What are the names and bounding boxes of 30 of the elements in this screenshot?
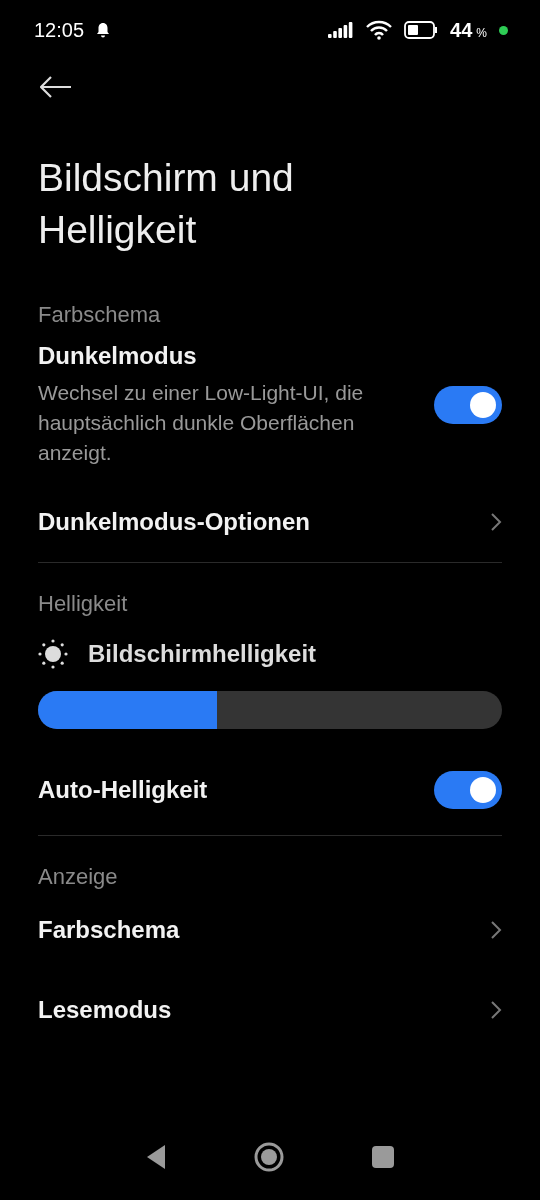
- recents-nav-icon[interactable]: [372, 1146, 394, 1168]
- battery-percent: 44: [450, 18, 473, 42]
- setting-row[interactable]: Dunkelmodus-Optionen: [38, 482, 502, 562]
- chevron-right-icon: [490, 920, 502, 940]
- setting-row[interactable]: Farbschema: [38, 890, 502, 970]
- back-nav-icon[interactable]: [146, 1144, 166, 1170]
- section-heading: Anzeige: [38, 864, 119, 890]
- toggle-switch[interactable]: [434, 386, 502, 424]
- chevron-right-icon: [490, 512, 502, 532]
- section-heading: Farbschema: [38, 302, 162, 328]
- setting-title: Dunkelmodus: [38, 342, 198, 370]
- section-heading: Helligkeit: [38, 591, 129, 617]
- status-time: 12:05: [34, 18, 85, 42]
- wifi-icon: [366, 20, 393, 40]
- chevron-right-icon: [490, 1000, 502, 1020]
- battery-icon: [404, 21, 439, 39]
- status-dot-icon: [499, 25, 508, 35]
- signal-icon: [328, 22, 355, 38]
- back-arrow-icon[interactable]: [40, 76, 72, 98]
- slider-label: Bildschirmhelligkeit: [88, 640, 317, 668]
- bell-icon: [96, 22, 111, 38]
- setting-description: Wechsel zu einer Low-Light-UI, die hauptsächlich dunkle Oberflächen anzeigt.: [38, 380, 365, 466]
- sun-icon: [38, 639, 68, 669]
- percent-sign: %: [476, 25, 487, 40]
- home-nav-icon[interactable]: [254, 1142, 284, 1172]
- setting-row[interactable]: Lesemodus: [38, 970, 502, 1050]
- brightness-slider[interactable]: [38, 691, 502, 729]
- toggle-switch[interactable]: [434, 771, 502, 809]
- page-title: Bildschirm und Helligkeit: [38, 155, 295, 253]
- setting-title: Auto-Helligkeit: [38, 776, 209, 804]
